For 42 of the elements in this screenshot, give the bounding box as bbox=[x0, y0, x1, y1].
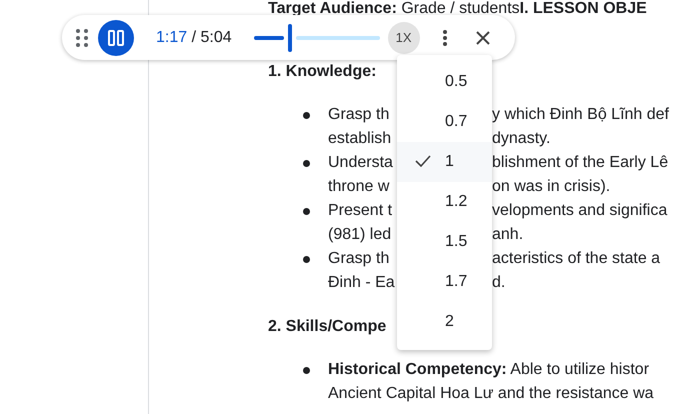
document-text: Present t bbox=[328, 202, 392, 219]
speed-option[interactable]: 0.5 bbox=[397, 62, 492, 102]
document-text: throne w bbox=[328, 178, 390, 195]
document-text: Understa bbox=[328, 154, 393, 171]
document-text: anh. bbox=[492, 225, 524, 245]
document-text: velopments and significa bbox=[492, 201, 668, 221]
speed-option[interactable]: 1.5 bbox=[397, 222, 492, 262]
bullet-icon bbox=[303, 112, 310, 119]
bullet-icon bbox=[303, 256, 310, 263]
speed-option[interactable]: 1.2 bbox=[397, 182, 492, 222]
speed-option[interactable]: 0.7 bbox=[397, 102, 492, 142]
drag-handle-icon[interactable] bbox=[76, 28, 88, 46]
speed-option[interactable]: 2 bbox=[397, 302, 492, 342]
pause-button[interactable] bbox=[98, 20, 134, 56]
speed-option[interactable]: 1 bbox=[397, 142, 492, 182]
document-text: dynasty. bbox=[492, 129, 550, 149]
bullet-icon bbox=[303, 208, 310, 215]
document-text: y which Đinh Bộ Lĩnh def bbox=[492, 105, 669, 125]
document-text: blishment of the Early Lê bbox=[492, 153, 668, 173]
document-text: d. bbox=[492, 273, 506, 293]
section-heading: 2. Skills/Compe bbox=[268, 318, 386, 335]
section-heading: 1. Knowledge: bbox=[268, 63, 376, 80]
document-text: on was in crisis). bbox=[492, 177, 610, 197]
document-text: Grasp th bbox=[328, 106, 390, 123]
document-text: establish bbox=[328, 130, 392, 147]
document-text: Grasp th bbox=[328, 250, 390, 267]
slider-thumb[interactable] bbox=[288, 24, 292, 52]
document-text: Historical Competency: Able to utilize histor bbox=[328, 361, 650, 378]
close-icon bbox=[476, 30, 490, 44]
pause-icon bbox=[108, 30, 124, 46]
document-text: acteristics of the state a bbox=[492, 249, 660, 269]
check-icon bbox=[415, 155, 431, 167]
speed-button[interactable]: 1X bbox=[388, 22, 420, 54]
document-text: Target Audience: Grade / studentsI. LESSON OBJE bbox=[268, 0, 647, 19]
document-text: Ancient Capital Hoa Lư and the resistance wa bbox=[328, 385, 654, 402]
document-text: Đinh - Ea bbox=[328, 274, 395, 291]
bullet-icon bbox=[303, 367, 310, 374]
speed-option[interactable]: 1.7 bbox=[397, 262, 492, 302]
bullet-icon bbox=[303, 160, 310, 167]
playback-time: 1:17 / 5:04 bbox=[156, 28, 232, 46]
document-text: (981) led bbox=[328, 226, 392, 243]
more-vertical-icon bbox=[442, 30, 447, 46]
